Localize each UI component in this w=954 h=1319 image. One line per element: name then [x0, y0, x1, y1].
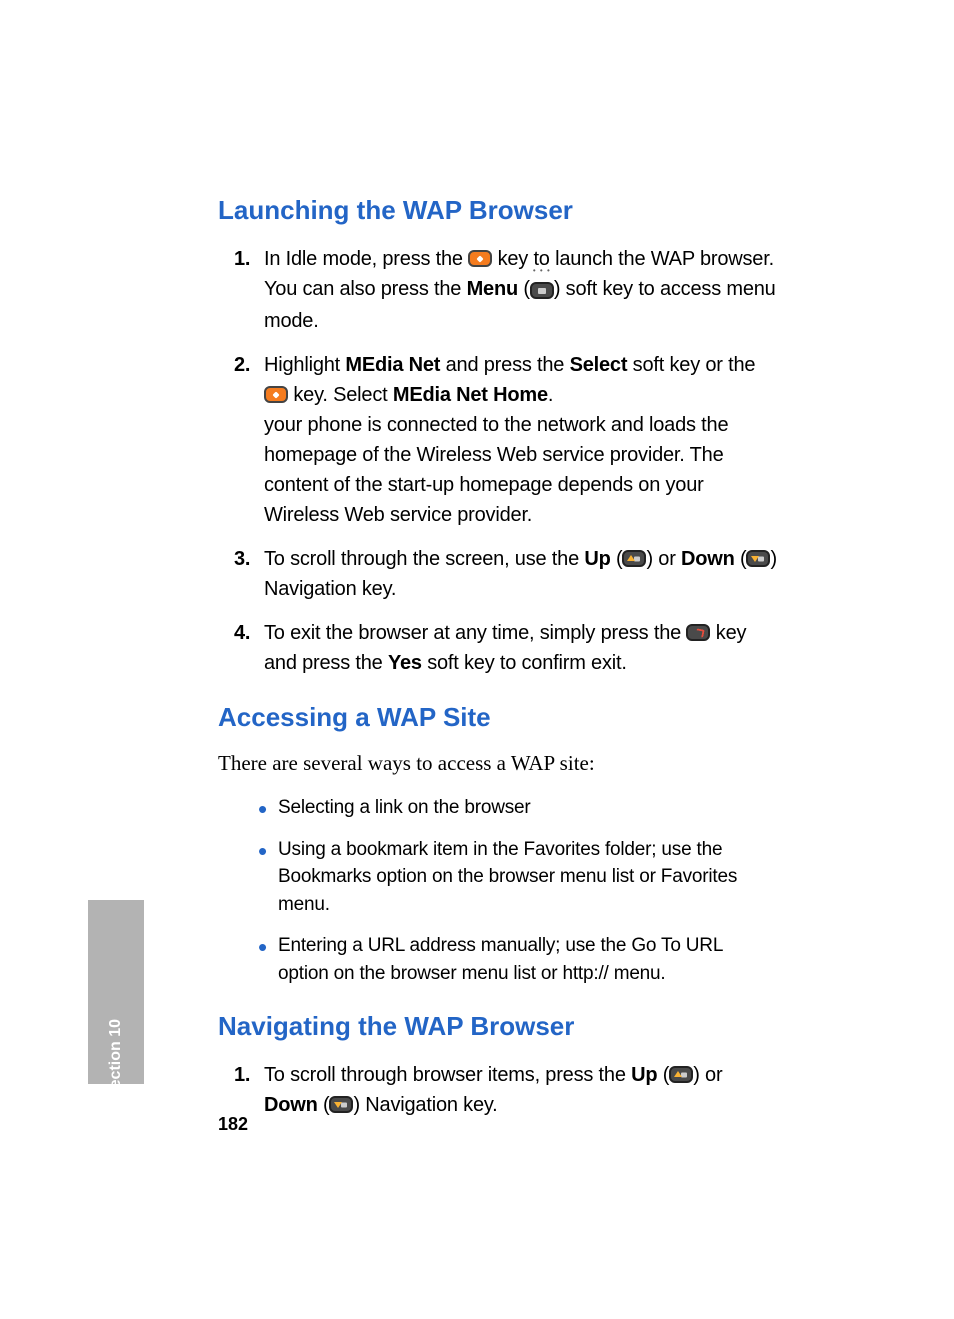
menu-key-icon [530, 282, 554, 299]
list-item: 1. To scroll through browser items, pres… [264, 1060, 778, 1120]
bold-text: Down [681, 548, 735, 570]
bold-text: Menu [467, 278, 518, 300]
text: ( [611, 548, 623, 570]
text: You can also press the [264, 278, 467, 300]
text: . [548, 384, 553, 406]
text: In Idle mode, press the [264, 248, 468, 270]
text: To scroll through the screen, use the [264, 548, 584, 570]
text: ) Navigation key. [353, 1094, 497, 1116]
list-item: Selecting a link on the browser [264, 794, 778, 822]
text: Highlight [264, 354, 345, 376]
navigating-list: 1. To scroll through browser items, pres… [218, 1060, 778, 1120]
heading-launching: Launching the WAP Browser [218, 195, 778, 226]
bold-text: MEdia Net [345, 354, 440, 376]
bold-text: MEdia Net Home [393, 384, 548, 406]
text: ( [318, 1094, 330, 1116]
launching-list: 1. In Idle mode, press the key to launch… [218, 244, 778, 678]
text: ) or [693, 1064, 722, 1086]
down-key-icon [746, 550, 770, 567]
down-key-icon [329, 1096, 353, 1113]
up-key-icon [669, 1066, 693, 1083]
text: and press the [440, 354, 569, 376]
bold-text: Up [631, 1064, 657, 1086]
item-number: 2. [234, 350, 250, 380]
menu-key-wrap [530, 276, 554, 306]
bold-text: Select [570, 354, 628, 376]
list-item: Using a bookmark item in the Favorites f… [264, 836, 778, 919]
bold-text: Down [264, 1094, 318, 1116]
page-number: 182 [218, 1114, 248, 1135]
item-number: 4. [234, 618, 250, 648]
section-tab-label: Section 10 [107, 1019, 125, 1099]
section-tab: Section 10 [88, 900, 144, 1084]
text: soft key or the [627, 354, 755, 376]
text: key. Select [288, 384, 393, 406]
intro-text: There are several ways to access a WAP s… [218, 751, 778, 776]
text: ( [518, 278, 530, 300]
heading-accessing: Accessing a WAP Site [218, 702, 778, 733]
bold-text: Up [584, 548, 610, 570]
text: To scroll through browser items, press t… [264, 1064, 631, 1086]
up-key-icon [622, 550, 646, 567]
list-item: 2. Highlight MEdia Net and press the Sel… [264, 350, 778, 530]
text: ) or [646, 548, 681, 570]
accessing-list: Selecting a link on the browser Using a … [218, 794, 778, 987]
end-key-icon [686, 624, 710, 641]
list-item: Entering a URL address manually; use the… [264, 932, 778, 987]
bold-text: Yes [388, 652, 422, 674]
text: ( [735, 548, 747, 570]
ok-key-icon [468, 250, 492, 267]
heading-navigating: Navigating the WAP Browser [218, 1011, 778, 1042]
text: soft key to confirm exit. [422, 652, 627, 674]
item-number: 3. [234, 544, 250, 574]
item-number: 1. [234, 244, 250, 274]
text: To exit the browser at any time, simply … [264, 622, 686, 644]
page-content: Launching the WAP Browser 1. In Idle mod… [218, 195, 778, 1134]
ok-key-icon [264, 386, 288, 403]
list-item: 4. To exit the browser at any time, simp… [264, 618, 778, 678]
text: ( [657, 1064, 669, 1086]
text: your phone is connected to the network a… [264, 414, 728, 526]
list-item: 3. To scroll through the screen, use the… [264, 544, 778, 604]
list-item: 1. In Idle mode, press the key to launch… [264, 244, 778, 336]
item-number: 1. [234, 1060, 250, 1090]
